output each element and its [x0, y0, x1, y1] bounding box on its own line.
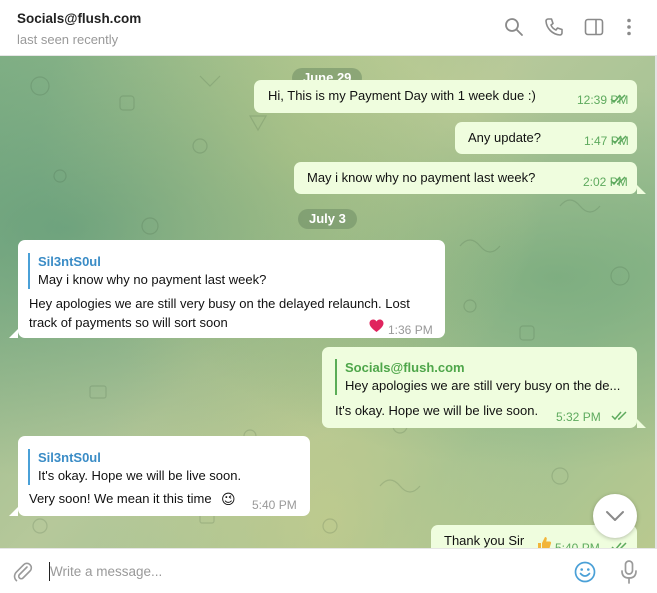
message-time: 5:40 PM: [555, 541, 600, 548]
message-text: It's okay. Hope we will be live soon.: [335, 403, 539, 418]
read-receipt-icon: [610, 176, 626, 186]
message-bubble-outgoing[interactable]: May i know why no payment last week? 2:0…: [294, 162, 637, 194]
message-time: 1:36 PM: [388, 323, 433, 337]
message-text-line: Hey apologies we are still very busy on …: [29, 296, 410, 311]
sidebar-toggle-icon[interactable]: [583, 16, 605, 38]
search-icon[interactable]: [503, 16, 525, 38]
reply-text: It's okay. Hope we will be live soon.: [38, 468, 242, 483]
chat-status: last seen recently: [17, 32, 119, 47]
message-bubble-incoming[interactable]: Sil3ntS0ul It's okay. Hope we will be li…: [18, 436, 310, 516]
reply-author: Socials@flush.com: [345, 360, 465, 375]
thumbs-up-reaction-icon[interactable]: [537, 536, 552, 548]
message-bubble-outgoing[interactable]: Any update? 1:47 PM: [455, 122, 637, 154]
reply-quote[interactable]: Socials@flush.com Hey apologies we are s…: [335, 359, 627, 395]
reply-author: Sil3ntS0ul: [38, 254, 101, 269]
message-text: May i know why no payment last week?: [307, 170, 536, 185]
chat-header: Socials@flush.com last seen recently: [0, 0, 657, 56]
message-time: 5:40 PM: [252, 498, 297, 512]
reply-author: Sil3ntS0ul: [38, 450, 101, 465]
read-receipt-icon: [611, 135, 627, 145]
message-input[interactable]: [50, 559, 560, 583]
microphone-icon[interactable]: [619, 559, 639, 585]
message-composer: [0, 548, 657, 593]
emoji-icon[interactable]: [573, 560, 597, 584]
chevron-down-icon: [606, 511, 624, 521]
message-text: Any update?: [468, 130, 542, 145]
message-bubble-incoming[interactable]: Sil3ntS0ul May i know why no payment las…: [18, 240, 445, 338]
chat-title[interactable]: Socials@flush.com: [17, 11, 141, 26]
scroll-down-button[interactable]: [593, 494, 637, 538]
message-bubble-outgoing[interactable]: Socials@flush.com Hey apologies we are s…: [322, 347, 637, 428]
message-bubble-outgoing[interactable]: Hi, This is my Payment Day with 1 week d…: [254, 80, 637, 113]
reply-quote[interactable]: Sil3ntS0ul It's okay. Hope we will be li…: [28, 449, 298, 485]
message-time: 5:32 PM: [556, 410, 601, 424]
read-receipt-icon: [611, 411, 627, 421]
reply-text: May i know why no payment last week?: [38, 272, 267, 287]
more-vert-icon[interactable]: [618, 16, 640, 38]
bubble-tail: [9, 329, 18, 338]
reply-quote[interactable]: Sil3ntS0ul May i know why no payment las…: [28, 253, 428, 289]
bubble-tail: [637, 419, 646, 428]
attach-icon[interactable]: [12, 561, 34, 583]
message-text-line: track of payments so will sort soon: [29, 315, 228, 330]
phone-icon[interactable]: [543, 16, 565, 38]
reply-text: Hey apologies we are still very busy on …: [345, 378, 621, 393]
message-text: Hi, This is my Payment Day with 1 week d…: [268, 88, 536, 103]
message-text: Very soon! We mean it this time: [29, 491, 212, 506]
chat-messages-area[interactable]: June 29 Hi, This is my Payment Day with …: [0, 56, 655, 548]
bubble-tail: [9, 507, 18, 516]
heart-reaction-icon[interactable]: [369, 319, 384, 333]
read-receipt-icon: [610, 94, 626, 104]
message-text: Thank you Sir: [444, 533, 525, 548]
wink-emoji: 😉: [221, 491, 236, 507]
date-separator: July 3: [298, 209, 357, 229]
bubble-tail: [637, 185, 646, 194]
